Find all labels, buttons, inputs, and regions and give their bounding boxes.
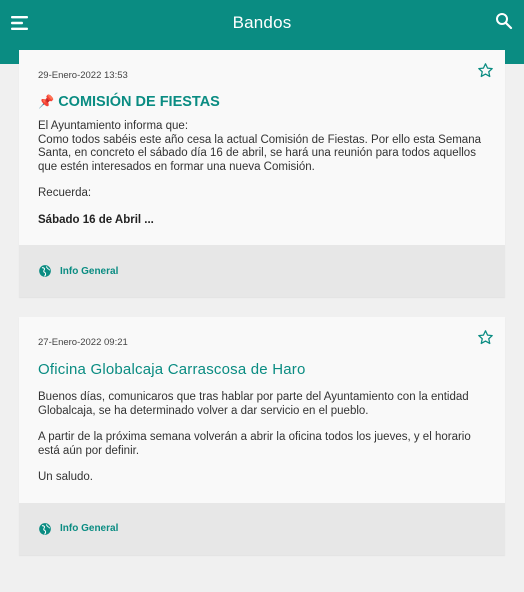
post-title-text: Oficina Globalcaja Carrascosa de Haro	[38, 361, 306, 378]
post-paragraph: A partir de la próxima semana volverán a…	[38, 431, 471, 457]
post-paragraph: Buenos días, comunicaros que tras hablar…	[38, 391, 469, 417]
favorite-star-icon[interactable]	[477, 62, 494, 79]
post-paragraph: Sábado 16 de Abril ...	[38, 213, 154, 226]
post-paragraph: Como todos sabéis este año cesa la actua…	[38, 133, 481, 173]
post-date: 29-Enero-2022 13:53	[38, 70, 128, 81]
favorite-star-icon[interactable]	[477, 329, 494, 346]
post-category-bar[interactable]: Info General	[19, 502, 505, 555]
post-body: 27-Enero-2022 09:21 Oficina Globalcaja C…	[19, 317, 505, 503]
post-body: 29-Enero-2022 13:53 📌 COMISIÓN DE FIESTA…	[19, 50, 505, 245]
post-paragraph: Un saludo.	[38, 471, 93, 483]
page-title: Bandos	[232, 13, 292, 32]
category-label: Info General	[60, 523, 119, 534]
menu-icon[interactable]	[10, 13, 30, 33]
post-paragraph: Recuerda:	[38, 187, 92, 199]
post-title[interactable]: Oficina Globalcaja Carrascosa de Haro	[38, 361, 486, 378]
post-card[interactable]: 29-Enero-2022 13:53 📌 COMISIÓN DE FIESTA…	[19, 50, 505, 297]
category-label: Info General	[60, 265, 119, 277]
search-icon[interactable]	[495, 12, 513, 30]
globe-icon	[39, 522, 51, 535]
app-bar: Bandos	[0, 0, 524, 46]
post-paragraph: El Ayuntamiento informa que:	[38, 120, 189, 132]
post-title[interactable]: 📌 COMISIÓN DE FIESTAS	[38, 94, 486, 110]
post-date: 27-Enero-2022 09:21	[38, 337, 128, 348]
post-title-text: COMISIÓN DE FIESTAS	[58, 94, 220, 110]
post-category-bar[interactable]: Info General	[19, 245, 505, 297]
post-card[interactable]: 27-Enero-2022 09:21 Oficina Globalcaja C…	[19, 317, 505, 555]
globe-icon	[39, 265, 51, 277]
pushpin-icon: 📌	[38, 94, 55, 109]
post-feed: 29-Enero-2022 13:53 📌 COMISIÓN DE FIESTA…	[19, 50, 505, 575]
